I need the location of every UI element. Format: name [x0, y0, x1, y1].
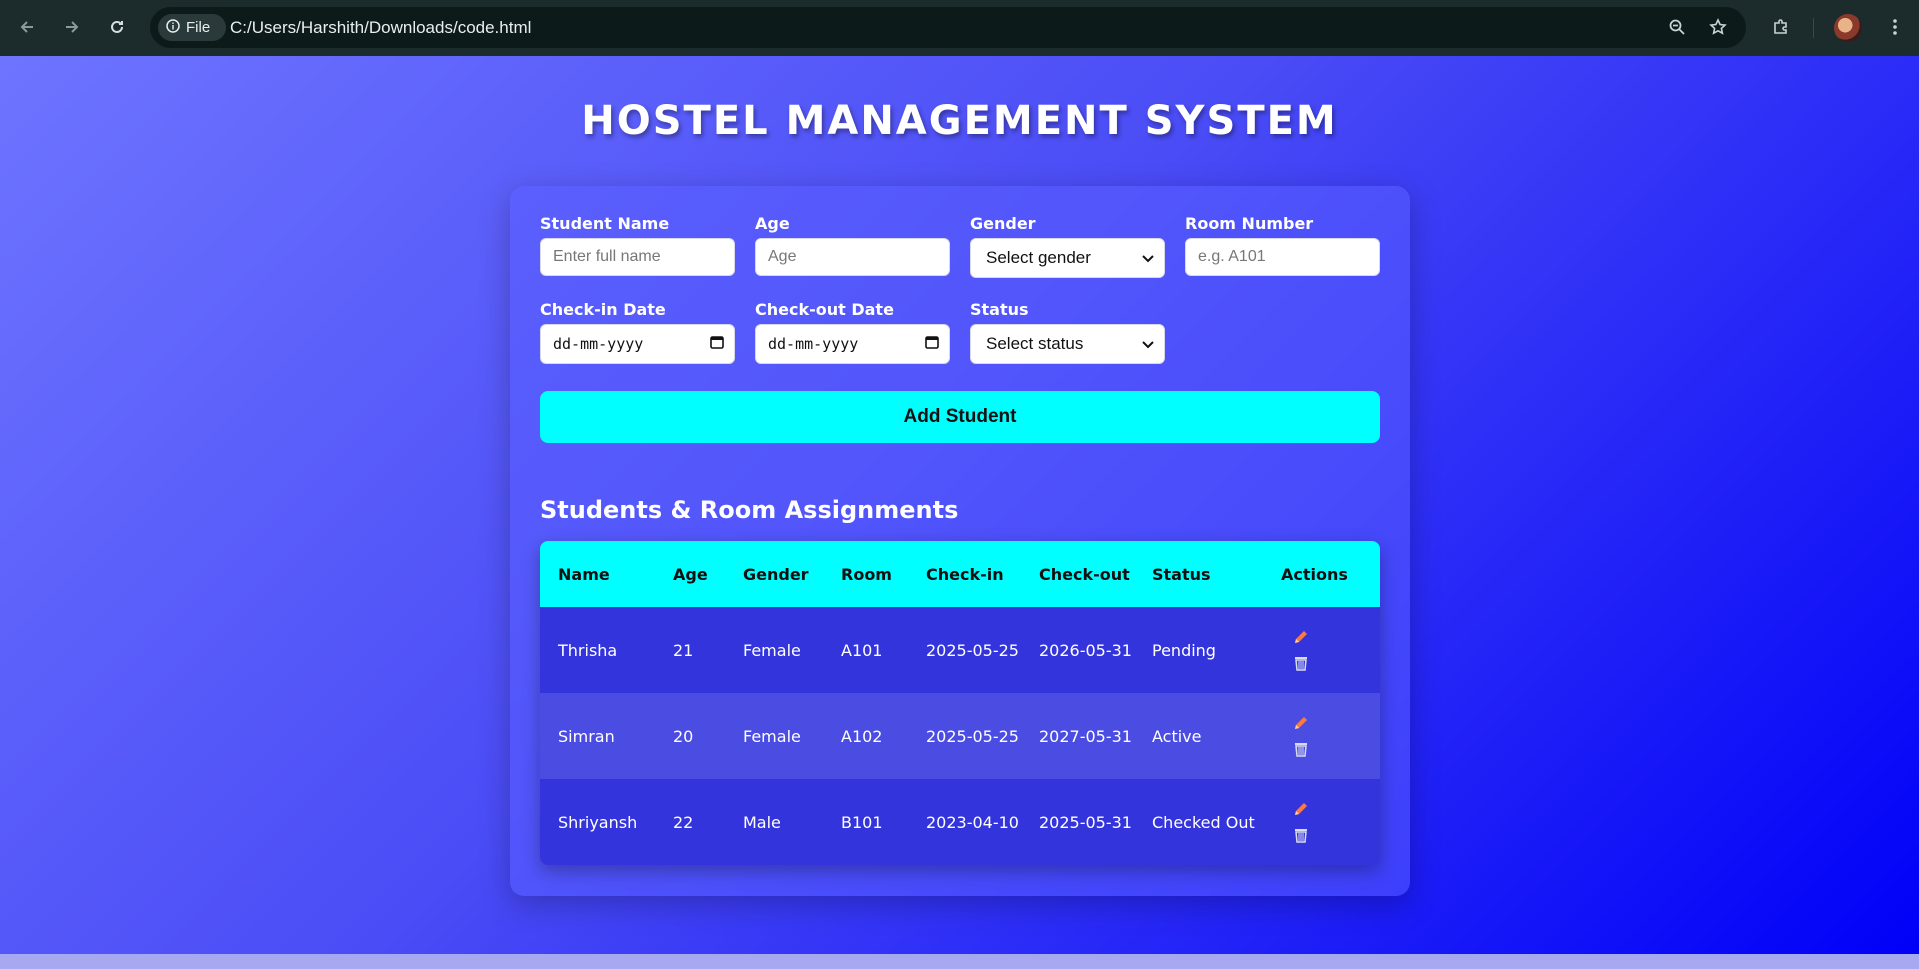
- cell-actions: [1263, 779, 1380, 865]
- add-student-button[interactable]: Add Student: [540, 391, 1380, 443]
- bookmark-star-icon[interactable]: [1703, 12, 1733, 42]
- checkin-date-value: dd-mm-yyyy: [553, 335, 644, 353]
- student-name-label: Student Name: [540, 214, 670, 233]
- gender-label: Gender: [970, 214, 1036, 233]
- student-name-placeholder: Enter full name: [553, 248, 661, 265]
- header-room: Room: [841, 564, 892, 584]
- checkout-date-input[interactable]: dd-mm-yyyy: [755, 324, 950, 364]
- pencil-icon[interactable]: [1291, 713, 1311, 733]
- status-select-value: Select status: [986, 334, 1084, 353]
- cell-gender: Female: [743, 726, 801, 746]
- url-text[interactable]: C:/Users/Harshith/Downloads/code.html: [230, 18, 531, 38]
- cell-status: Active: [1152, 726, 1202, 746]
- trash-icon[interactable]: [1291, 653, 1311, 673]
- page-title: HOSTEL MANAGEMENT SYSTEM: [581, 98, 1338, 144]
- chevron-down-icon: [1142, 248, 1154, 268]
- cell-checkout: 2026-05-31: [1039, 640, 1132, 660]
- toolbar-divider: [1813, 18, 1814, 38]
- table-row: Simran 20 Female A102 2025-05-25 2027-05…: [540, 693, 1380, 779]
- table-row: Shriyansh 22 Male B101 2023-04-10 2025-0…: [540, 779, 1380, 865]
- pencil-icon[interactable]: [1291, 627, 1311, 647]
- status-select[interactable]: Select status: [970, 324, 1165, 364]
- status-label: Status: [970, 300, 1029, 319]
- browser-toolbar: File C:/Users/Harshith/Downloads/code.ht…: [0, 0, 1919, 56]
- page-background: HOSTEL MANAGEMENT SYSTEM Student Name Ag…: [0, 56, 1919, 954]
- info-icon: [166, 18, 180, 37]
- address-bar[interactable]: File C:/Users/Harshith/Downloads/code.ht…: [150, 7, 1746, 48]
- cell-age: 22: [673, 812, 694, 832]
- cell-room: A101: [841, 640, 883, 660]
- chevron-down-icon: [1142, 334, 1154, 354]
- header-age: Age: [673, 564, 708, 584]
- cell-checkout: 2025-05-31: [1039, 812, 1132, 832]
- header-gender: Gender: [743, 564, 809, 584]
- cell-checkin: 2025-05-25: [926, 726, 1019, 746]
- cell-actions: [1263, 607, 1380, 693]
- cell-checkout: 2027-05-31: [1039, 726, 1132, 746]
- header-checkout: Check-out: [1039, 564, 1130, 584]
- cell-age: 21: [673, 640, 694, 660]
- cell-checkin: 2025-05-25: [926, 640, 1019, 660]
- file-chip-label: File: [186, 19, 211, 36]
- header-name: Name: [558, 564, 610, 584]
- checkout-date-label: Check-out Date: [755, 300, 894, 319]
- cell-checkin: 2023-04-10: [926, 812, 1019, 832]
- profile-avatar[interactable]: [1834, 14, 1862, 42]
- calendar-icon[interactable]: [710, 335, 724, 353]
- cell-gender: Male: [743, 812, 781, 832]
- more-menu-icon[interactable]: [1880, 12, 1910, 42]
- cell-room: A102: [841, 726, 883, 746]
- age-label: Age: [755, 214, 790, 233]
- reload-icon[interactable]: [102, 12, 132, 42]
- students-table: Name Age Gender Room Check-in Check-out …: [540, 541, 1380, 865]
- checkin-date-label: Check-in Date: [540, 300, 666, 319]
- gender-select[interactable]: Select gender: [970, 238, 1165, 278]
- header-status: Status: [1152, 564, 1211, 584]
- cell-actions: [1263, 693, 1380, 779]
- section-title: Students & Room Assignments: [540, 496, 959, 524]
- table-header-row: Name Age Gender Room Check-in Check-out …: [540, 541, 1380, 607]
- room-number-label: Room Number: [1185, 214, 1314, 233]
- extensions-icon[interactable]: [1766, 12, 1796, 42]
- cell-gender: Female: [743, 640, 801, 660]
- checkin-date-input[interactable]: dd-mm-yyyy: [540, 324, 735, 364]
- trash-icon[interactable]: [1291, 825, 1311, 845]
- back-icon[interactable]: [12, 12, 42, 42]
- zoom-icon[interactable]: [1662, 12, 1692, 42]
- forward-icon[interactable]: [57, 12, 87, 42]
- cell-name: Simran: [558, 726, 615, 746]
- site-info-chip[interactable]: File: [158, 14, 226, 41]
- cell-name: Thrisha: [558, 640, 618, 660]
- main-card: Student Name Age Gender Room Number Ente…: [510, 186, 1410, 896]
- header-checkin: Check-in: [926, 564, 1004, 584]
- age-placeholder: Age: [768, 248, 797, 265]
- room-number-input[interactable]: e.g. A101: [1185, 238, 1380, 276]
- table-row: Thrisha 21 Female A101 2025-05-25 2026-0…: [540, 607, 1380, 693]
- cell-room: B101: [841, 812, 883, 832]
- room-number-placeholder: e.g. A101: [1198, 248, 1266, 265]
- gender-select-value: Select gender: [986, 248, 1091, 267]
- cell-age: 20: [673, 726, 694, 746]
- checkout-date-value: dd-mm-yyyy: [768, 335, 859, 353]
- trash-icon[interactable]: [1291, 739, 1311, 759]
- calendar-icon[interactable]: [925, 335, 939, 353]
- student-name-input[interactable]: Enter full name: [540, 238, 735, 276]
- cell-name: Shriyansh: [558, 812, 638, 832]
- cell-status: Pending: [1152, 640, 1216, 660]
- header-actions: Actions: [1281, 564, 1348, 584]
- pencil-icon[interactable]: [1291, 799, 1311, 819]
- cell-status: Checked Out: [1152, 812, 1255, 832]
- horizontal-scrollbar[interactable]: [0, 954, 1919, 969]
- age-input[interactable]: Age: [755, 238, 950, 276]
